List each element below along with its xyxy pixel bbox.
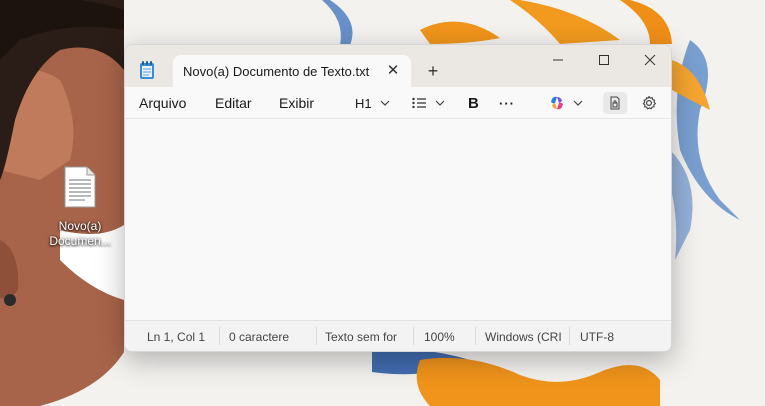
settings-button[interactable] [641, 93, 657, 113]
status-line-col[interactable]: Ln 1, Col 1 [147, 330, 205, 344]
status-encoding[interactable]: UTF-8 [580, 330, 614, 344]
text-file-icon [64, 166, 96, 208]
document-lock-icon [610, 96, 620, 110]
tab-title: Novo(a) Documento de Texto.txt [183, 64, 370, 79]
tab-document[interactable]: Novo(a) Documento de Texto.txt ✕ [173, 55, 411, 87]
text-editor-area[interactable] [125, 119, 671, 320]
chevron-down-icon [573, 100, 583, 106]
menu-bar: Arquivo Editar Exibir H1 B ··· [125, 87, 671, 119]
status-zoom[interactable]: 100% [424, 330, 455, 344]
status-line-ending[interactable]: Windows (CRI [485, 330, 562, 344]
close-tab-icon[interactable]: ✕ [385, 63, 401, 79]
desktop-file-icon[interactable]: Novo(a) Documen... [44, 166, 116, 249]
heading-dropdown[interactable]: H1 [355, 93, 390, 113]
maximize-button[interactable] [581, 45, 627, 75]
menu-view[interactable]: Exibir [279, 95, 314, 111]
copilot-dropdown[interactable] [549, 93, 583, 113]
status-divider [316, 327, 317, 345]
bold-button[interactable]: B [468, 93, 479, 113]
desktop-icon-label-line2: Documen... [49, 234, 111, 248]
close-icon [644, 54, 656, 66]
minimize-button[interactable] [535, 45, 581, 75]
minimize-icon [553, 59, 563, 61]
list-dropdown[interactable] [412, 93, 445, 113]
document-tool-button[interactable] [603, 92, 627, 114]
desktop-icon-label-line1: Novo(a) [58, 219, 102, 233]
status-divider [475, 327, 476, 345]
status-bar: Ln 1, Col 1 0 caractere Texto sem for 10… [125, 320, 671, 351]
status-divider [413, 327, 414, 345]
copilot-icon [551, 96, 563, 110]
status-format[interactable]: Texto sem for [325, 330, 397, 344]
new-tab-button[interactable]: + [423, 61, 443, 81]
gear-icon [642, 95, 657, 110]
heading-label: H1 [355, 95, 372, 111]
chevron-down-icon [435, 100, 445, 106]
more-label: ··· [499, 95, 515, 111]
menu-file[interactable]: Arquivo [139, 95, 186, 111]
notepad-icon [140, 61, 154, 79]
menu-edit[interactable]: Editar [215, 95, 252, 111]
status-char-count: 0 caractere [229, 330, 290, 344]
status-divider [219, 327, 220, 345]
notepad-window: Novo(a) Documento de Texto.txt ✕ + Arqui… [124, 44, 672, 352]
title-bar[interactable]: Novo(a) Documento de Texto.txt ✕ + [125, 45, 671, 87]
bold-label: B [468, 94, 479, 112]
status-divider [569, 327, 570, 345]
more-options-button[interactable]: ··· [499, 93, 515, 113]
chevron-down-icon [380, 100, 390, 106]
maximize-icon [599, 55, 609, 65]
list-icon [412, 97, 426, 109]
close-window-button[interactable] [627, 45, 671, 75]
